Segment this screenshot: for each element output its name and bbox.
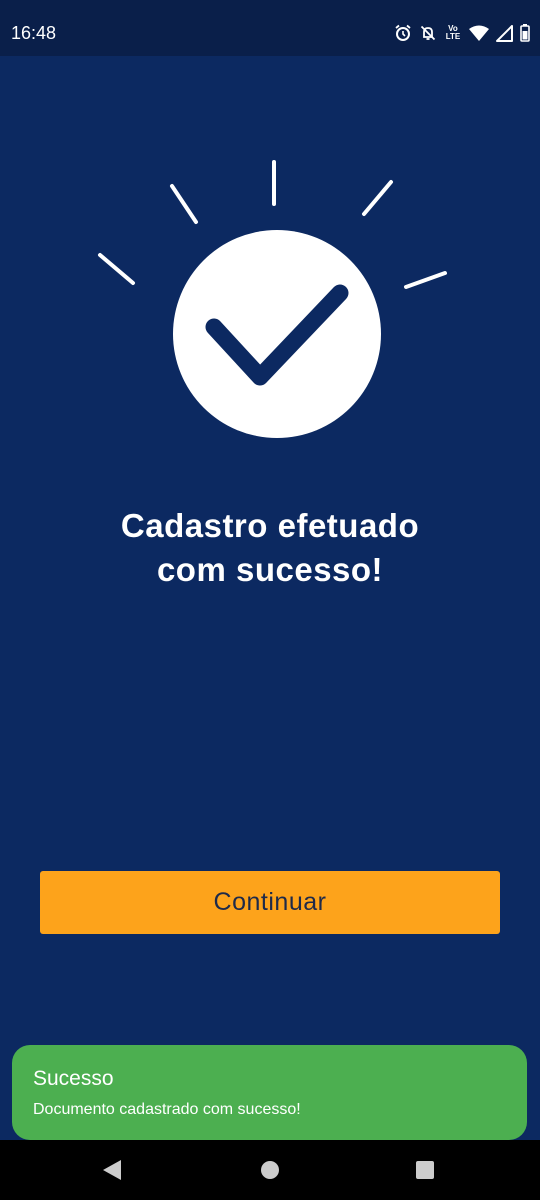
status-time: 16:48: [11, 23, 57, 43]
notifications-off-icon: [419, 24, 437, 42]
continue-button[interactable]: Continuar: [40, 871, 500, 934]
back-icon[interactable]: [92, 1154, 132, 1186]
home-icon[interactable]: [250, 1154, 290, 1186]
success-title-line-1: Cadastro efetuado: [120, 507, 420, 544]
success-toast[interactable]: Sucesso Documento cadastrado com sucesso…: [12, 1045, 527, 1140]
toast-message: Documento cadastrado com sucesso!: [33, 1101, 301, 1118]
wifi-icon: [469, 25, 489, 41]
success-title-line-2: com sucesso!: [156, 551, 384, 588]
main-content: Cadastro efetuado com sucesso! Continuar…: [0, 56, 540, 1140]
check-circle-icon: [98, 160, 447, 438]
volte-label-bottom: LTE: [445, 32, 461, 41]
battery-icon: [520, 24, 530, 42]
alarm-icon: [394, 24, 412, 42]
toast-title: Sucesso: [33, 1067, 114, 1090]
recents-icon[interactable]: [405, 1154, 445, 1186]
status-bar: 16:48 Vo LTE: [0, 0, 540, 56]
success-title: Cadastro efetuado com sucesso!: [40, 504, 500, 592]
volte-icon: Vo LTE: [444, 25, 462, 41]
navigation-bar: [0, 1140, 540, 1200]
signal-icon: [496, 24, 513, 42]
status-icons: Vo LTE: [394, 22, 530, 44]
